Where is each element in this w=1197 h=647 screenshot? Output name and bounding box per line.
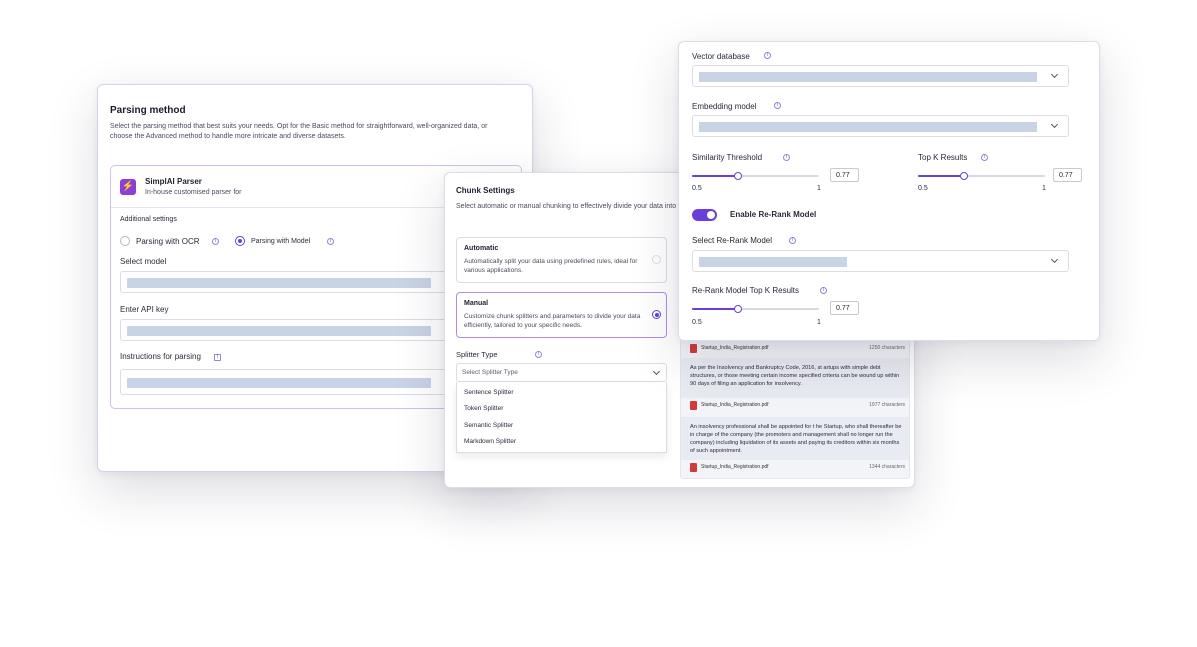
topk-min: 0.5 — [918, 185, 928, 192]
manual-title: Manual — [464, 300, 489, 307]
list-item: Startup_India_Registration.pdf 1250 char… — [681, 342, 909, 356]
splitter-placeholder: Select Splitter Type — [462, 369, 518, 376]
rerank-select-label: Select Re-Rank Model — [692, 236, 773, 245]
lightning-logo-icon: ⚡ — [120, 179, 136, 195]
parser-subtitle: In-house customised parser for — [145, 189, 242, 196]
slider-handle[interactable] — [960, 172, 968, 180]
manual-option[interactable]: Manual Customize chunk splitters and par… — [456, 292, 667, 338]
model-info-icon[interactable]: i — [327, 238, 334, 245]
slider-handle[interactable] — [734, 305, 742, 313]
splitter-option-sentence[interactable]: Sentence Splitter — [464, 389, 514, 396]
vector-db-select[interactable] — [692, 65, 1069, 87]
similarity-max: 1 — [817, 185, 821, 192]
ocr-radio[interactable] — [120, 236, 130, 246]
model-radio[interactable] — [235, 236, 245, 246]
embedding-label: Embedding model — [692, 102, 757, 111]
select-model-label: Select model — [120, 257, 167, 266]
rerank-toggle-label: Enable Re-Rank Model — [730, 210, 817, 219]
automatic-title: Automatic — [464, 245, 499, 252]
model-label: Parsing with Model — [251, 238, 311, 245]
parsing-description: Select the parsing method that best suit… — [110, 123, 488, 140]
slider-handle[interactable] — [734, 172, 742, 180]
similarity-value[interactable]: 0.77 — [830, 168, 859, 182]
automatic-radio[interactable] — [652, 255, 661, 264]
chevron-down-icon — [1050, 120, 1059, 129]
instructions-label: Instructions for parsing — [120, 352, 201, 361]
similarity-label: Similarity Threshold — [692, 153, 763, 162]
vector-db-label: Vector database — [692, 52, 750, 61]
select-model-field[interactable] — [120, 271, 450, 293]
rerank-topk-min: 0.5 — [692, 319, 702, 326]
splitter-type-select[interactable]: Select Splitter Type — [456, 363, 667, 382]
similarity-slider[interactable] — [692, 172, 819, 180]
api-key-label: Enter API key — [120, 305, 169, 314]
parsing-title: Parsing method — [110, 105, 186, 116]
list-item: Startup_India_Registration.pdf 1344 char… — [681, 461, 909, 475]
chunk-text: As per the Insolvency and Bankruptcy Cod… — [681, 358, 909, 398]
automatic-option[interactable]: Automatic Automatically split your data … — [456, 237, 667, 283]
vector-settings-panel: Vector database i Embedding model i Simi… — [678, 41, 1100, 341]
rerank-topk-max: 1 — [817, 319, 821, 326]
file-name: Startup_India_Registration.pdf — [701, 464, 769, 470]
char-count: 1977 characters — [869, 402, 905, 408]
rerank-topk-value[interactable]: 0.77 — [830, 301, 859, 315]
ocr-label: Parsing with OCR — [136, 237, 200, 246]
similarity-min: 0.5 — [692, 185, 702, 192]
chevron-down-icon — [1050, 255, 1059, 264]
chunk-text: An insolvency professional shall be appo… — [681, 417, 909, 460]
rerank-toggle[interactable] — [692, 209, 717, 221]
rerank-topk-slider[interactable] — [692, 305, 819, 313]
chevron-down-icon — [1050, 70, 1059, 79]
parser-name: SimplAI Parser — [145, 177, 202, 186]
splitter-type-label: Splitter Type — [456, 350, 498, 359]
topk-value[interactable]: 0.77 — [1053, 168, 1082, 182]
splitter-option-semantic[interactable]: Semantic Splitter — [464, 422, 513, 429]
splitter-info-icon[interactable]: i — [535, 351, 542, 358]
topk-info-icon[interactable]: i — [981, 154, 988, 161]
vector-db-info-icon[interactable]: i — [764, 52, 771, 59]
manual-radio[interactable] — [652, 310, 661, 319]
rerank-topk-label: Re-Rank Model Top K Results — [692, 286, 800, 295]
splitter-option-token[interactable]: Token Splitter — [464, 405, 503, 412]
rerank-select-info-icon[interactable]: i — [789, 237, 796, 244]
list-item: Startup_India_Registration.pdf 1977 char… — [681, 399, 909, 413]
chevron-down-icon — [652, 367, 661, 376]
chunk-description: Select automatic or manual chunking to e… — [456, 203, 677, 210]
topk-max: 1 — [1042, 185, 1046, 192]
topk-label: Top K Results — [918, 153, 968, 162]
instructions-info-icon[interactable]: i — [214, 354, 221, 361]
file-name: Startup_India_Registration.pdf — [701, 402, 769, 408]
automatic-desc: Automatically split your data using pred… — [464, 258, 638, 274]
manual-desc: Customize chunk splitters and parameters… — [464, 313, 641, 329]
additional-settings-label: Additional settings — [120, 216, 177, 223]
api-key-field[interactable] — [120, 319, 450, 341]
file-name: Startup_India_Registration.pdf — [701, 345, 769, 351]
char-count: 1250 characters — [869, 345, 905, 351]
pdf-icon — [690, 401, 697, 410]
splitter-dropdown-menu: Sentence Splitter Token Splitter Semanti… — [456, 382, 667, 453]
embedding-info-icon[interactable]: i — [774, 102, 781, 109]
rerank-select[interactable] — [692, 250, 1069, 272]
instructions-field[interactable] — [120, 369, 450, 395]
chunk-title: Chunk Settings — [456, 186, 515, 195]
rerank-topk-info-icon[interactable]: i — [820, 287, 827, 294]
chunk-preview-list: Startup_India_Registration.pdf 1250 char… — [680, 339, 910, 479]
splitter-option-markdown[interactable]: Markdown Splitter — [464, 438, 516, 445]
topk-slider[interactable] — [918, 172, 1045, 180]
embedding-select[interactable] — [692, 115, 1069, 137]
ocr-info-icon[interactable]: i — [212, 238, 219, 245]
similarity-info-icon[interactable]: i — [783, 154, 790, 161]
char-count: 1344 characters — [869, 464, 905, 470]
pdf-icon — [690, 344, 697, 353]
pdf-icon — [690, 463, 697, 472]
